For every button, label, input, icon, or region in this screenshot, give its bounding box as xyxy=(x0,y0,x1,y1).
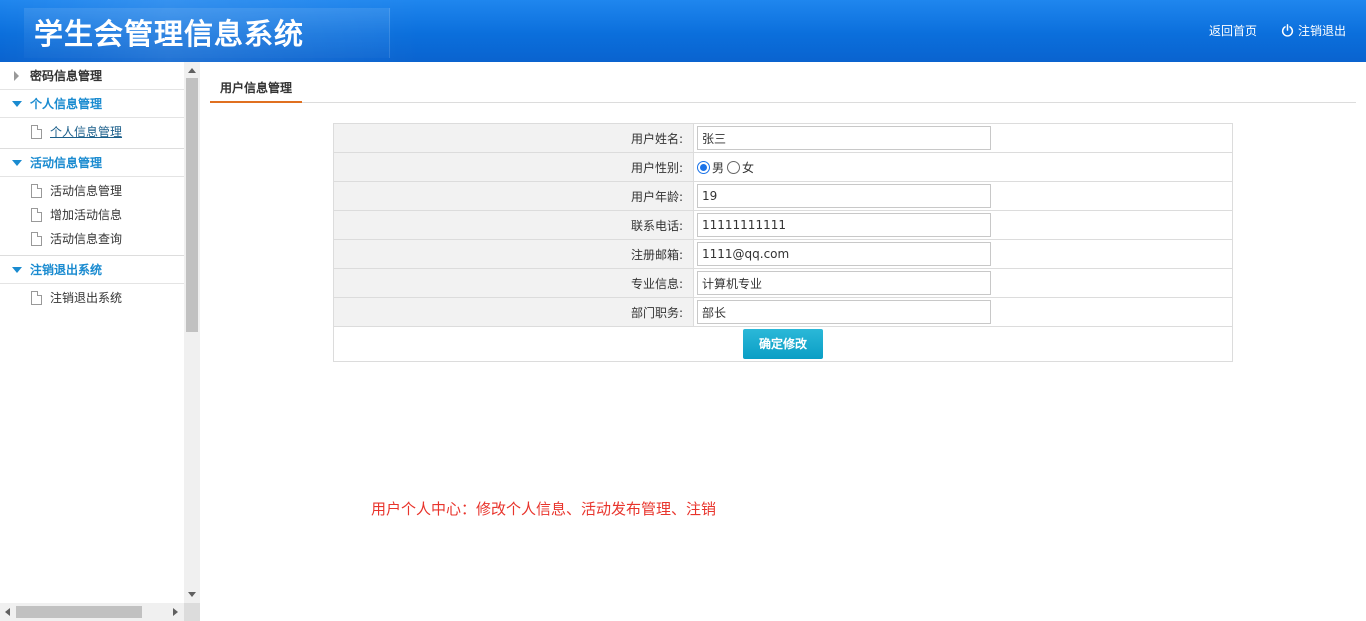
sidebar-group-body: 注销退出系统 xyxy=(0,284,184,314)
form-row-name: 用户姓名: xyxy=(333,123,1233,153)
document-icon xyxy=(31,125,42,139)
scrollbar-corner xyxy=(184,603,200,621)
phone-input[interactable] xyxy=(697,213,991,237)
sidebar-item-label: 注销退出系统 xyxy=(50,291,123,305)
header-nav: 返回首页 注销退出 xyxy=(1209,22,1346,39)
form-row-email: 注册邮箱: xyxy=(333,239,1233,269)
scrollbar-thumb[interactable] xyxy=(16,606,142,618)
name-label: 用户姓名: xyxy=(333,123,694,153)
email-label: 注册邮箱: xyxy=(333,239,694,269)
main-content: 用户信息管理 用户姓名: 用户性别: 男 女 用户年龄: 联系电话: xyxy=(200,62,1366,621)
power-icon xyxy=(1281,24,1294,37)
form-row-position: 部门职务: xyxy=(333,297,1233,327)
chevron-right-icon xyxy=(14,71,19,81)
form-row-gender: 用户性别: 男 女 xyxy=(333,152,1233,182)
sidebar-group-personal[interactable]: 个人信息管理 xyxy=(0,90,184,118)
document-icon xyxy=(31,184,42,198)
email-input[interactable] xyxy=(697,242,991,266)
logout-label: 注销退出 xyxy=(1297,24,1346,38)
scroll-right-icon[interactable] xyxy=(173,608,178,616)
sidebar-item-label: 增加活动信息 xyxy=(50,208,123,222)
app-header: 学生会管理信息系统 返回首页 注销退出 xyxy=(0,0,1366,62)
sidebar-item-personal-info[interactable]: 个人信息管理 xyxy=(0,120,184,144)
sidebar-group-label: 密码信息管理 xyxy=(30,69,103,83)
gender-female-label: 女 xyxy=(742,160,755,175)
sidebar-group-label: 个人信息管理 xyxy=(30,97,103,111)
phone-label: 联系电话: xyxy=(333,210,694,240)
home-link[interactable]: 返回首页 xyxy=(1209,22,1257,39)
gender-male-label: 男 xyxy=(712,160,725,175)
sidebar-item-logout[interactable]: 注销退出系统 xyxy=(0,286,184,310)
sidebar-group-label: 注销退出系统 xyxy=(30,263,103,277)
scrollbar-thumb[interactable] xyxy=(186,78,198,332)
sidebar-vertical-scrollbar[interactable] xyxy=(184,62,200,603)
sidebar-group-activity[interactable]: 活动信息管理 xyxy=(0,149,184,177)
gender-label: 用户性别: xyxy=(333,152,694,182)
gender-male-radio[interactable] xyxy=(697,160,710,174)
sidebar-item-label: 个人信息管理 xyxy=(50,125,123,139)
form-row-phone: 联系电话: xyxy=(333,210,1233,240)
major-label: 专业信息: xyxy=(333,268,694,298)
sidebar: 密码信息管理 个人信息管理 个人信息管理 活动信息管理 活动信息管理 增加活动信… xyxy=(0,62,200,621)
sidebar-item-label: 活动信息查询 xyxy=(50,232,123,246)
position-label: 部门职务: xyxy=(333,297,694,327)
sidebar-item-activity-query[interactable]: 活动信息查询 xyxy=(0,227,184,251)
annotation-note: 用户个人中心：修改个人信息、活动发布管理、注销 xyxy=(371,500,717,518)
form-row-age: 用户年龄: xyxy=(333,181,1233,211)
document-icon xyxy=(31,208,42,222)
age-label: 用户年龄: xyxy=(333,181,694,211)
sidebar-group-password[interactable]: 密码信息管理 xyxy=(0,62,184,90)
age-input[interactable] xyxy=(697,184,991,208)
name-input[interactable] xyxy=(697,126,991,150)
sidebar-group-label: 活动信息管理 xyxy=(30,156,103,170)
sidebar-group-logout[interactable]: 注销退出系统 xyxy=(0,256,184,284)
sidebar-item-activity-add[interactable]: 增加活动信息 xyxy=(0,203,184,227)
sidebar-item-activity-manage[interactable]: 活动信息管理 xyxy=(0,179,184,203)
app-title: 学生会管理信息系统 xyxy=(34,17,305,51)
scroll-left-icon[interactable] xyxy=(5,608,10,616)
document-icon xyxy=(31,291,42,305)
logout-link[interactable]: 注销退出 xyxy=(1281,22,1346,39)
sidebar-horizontal-scrollbar[interactable] xyxy=(0,603,184,621)
sidebar-item-label: 活动信息管理 xyxy=(50,184,123,198)
major-input[interactable] xyxy=(697,271,991,295)
chevron-down-icon xyxy=(12,160,22,166)
tab-bar: 用户信息管理 xyxy=(210,76,1356,103)
scroll-up-icon[interactable] xyxy=(188,68,196,73)
scroll-down-icon[interactable] xyxy=(188,592,196,597)
document-icon xyxy=(31,232,42,246)
sidebar-group-body: 个人信息管理 xyxy=(0,118,184,149)
chevron-down-icon xyxy=(12,101,22,107)
sidebar-group-body: 活动信息管理 增加活动信息 活动信息查询 xyxy=(0,177,184,256)
user-info-form: 用户姓名: 用户性别: 男 女 用户年龄: 联系电话: 注册邮箱: xyxy=(333,123,1233,362)
form-row-major: 专业信息: xyxy=(333,268,1233,298)
sidebar-menu: 密码信息管理 个人信息管理 个人信息管理 活动信息管理 活动信息管理 增加活动信… xyxy=(0,62,184,603)
gender-radio-group: 男 女 xyxy=(697,155,1232,179)
tab-user-info[interactable]: 用户信息管理 xyxy=(210,76,303,103)
chevron-down-icon xyxy=(12,267,22,273)
confirm-edit-button[interactable]: 确定修改 xyxy=(743,329,823,359)
form-row-actions: 确定修改 xyxy=(333,326,1233,362)
gender-female-radio[interactable] xyxy=(727,160,741,174)
position-input[interactable] xyxy=(697,300,991,324)
